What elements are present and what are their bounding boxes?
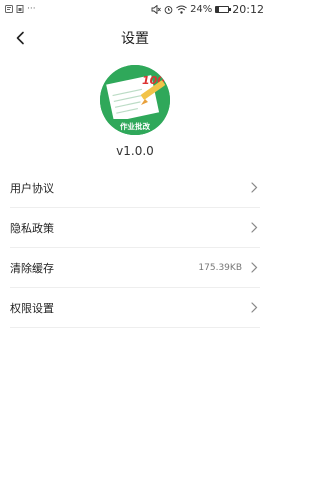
- sim-card-icon: [16, 5, 24, 13]
- privacy-policy-label: 隐私政策: [10, 221, 54, 235]
- chevron-right-icon: [251, 182, 258, 193]
- clear-cache-label: 清除缓存: [10, 261, 54, 275]
- user-agreement-label: 用户协议: [10, 181, 54, 195]
- privacy-policy-item[interactable]: 隐私政策: [10, 208, 260, 248]
- battery-percent: 24%: [190, 3, 213, 15]
- back-button[interactable]: [10, 28, 30, 48]
- permission-settings-label: 权限设置: [10, 301, 54, 315]
- cache-size: 175.39KB: [198, 262, 242, 273]
- page-title: 设置: [121, 31, 149, 47]
- app-version: v1.0.0: [116, 144, 154, 158]
- mute-icon: [151, 4, 161, 14]
- app-logo-graphic: 100 作业批改: [100, 65, 170, 135]
- wifi-icon: [176, 5, 187, 14]
- status-bar: ··· 24% 20:12: [0, 0, 270, 18]
- more-icon: ···: [27, 4, 36, 14]
- chevron-right-icon: [251, 262, 258, 273]
- logo-caption: 作业批改: [120, 121, 150, 131]
- clear-cache-item[interactable]: 清除缓存 175.39KB: [10, 248, 260, 288]
- chevron-right-icon: [251, 302, 258, 313]
- status-left: ···: [0, 4, 36, 14]
- battery-fill: [216, 6, 220, 12]
- chevron-right-icon: [251, 222, 258, 233]
- user-agreement-item[interactable]: 用户协议: [10, 168, 260, 208]
- chevron-left-icon: [16, 31, 24, 45]
- battery-icon: [215, 5, 232, 13]
- nav-bar: 设置: [0, 22, 270, 54]
- status-time: 20:12: [232, 2, 264, 16]
- settings-list: 用户协议 隐私政策 清除缓存 175.39KB 权限设置: [0, 168, 270, 328]
- alarm-icon: [164, 5, 173, 14]
- status-right: 24% 20:12: [151, 3, 270, 16]
- app-logo: 100 作业批改: [100, 65, 170, 135]
- notification-icon: [5, 5, 13, 13]
- permission-settings-item[interactable]: 权限设置: [10, 288, 260, 328]
